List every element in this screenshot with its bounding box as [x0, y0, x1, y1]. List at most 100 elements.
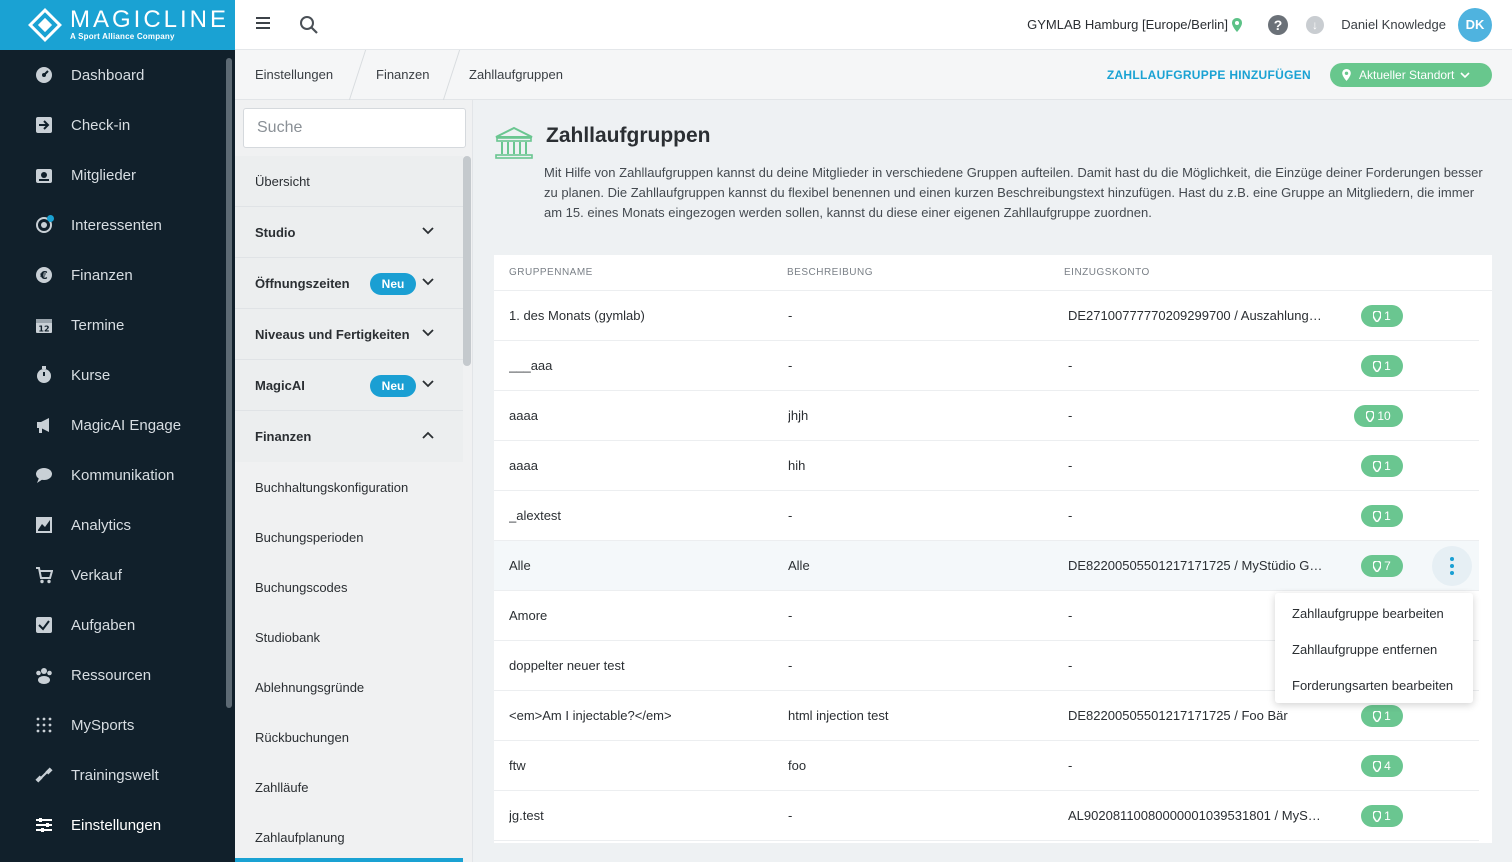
magicline-logo-icon	[28, 8, 62, 42]
cell-description: -	[788, 508, 793, 523]
dashboard-icon	[34, 65, 54, 85]
locations-count: 1	[1384, 509, 1391, 523]
breadcrumb-einstellungen[interactable]: Einstellungen	[255, 67, 333, 82]
nav-item-dashboard[interactable]: Dashboard	[0, 50, 235, 100]
column-header-name[interactable]: GRUPPENNAME	[509, 267, 593, 278]
nav-item-mysports[interactable]: MySports	[0, 700, 235, 750]
more-options-icon[interactable]	[1432, 546, 1472, 586]
cell-group-name: aaaa	[509, 458, 538, 473]
nav-list: Dashboard Check-in Mitglieder Interessen…	[0, 50, 235, 850]
locations-count-badge[interactable]: 1	[1361, 705, 1403, 727]
studio-selector[interactable]: GYMLAB Hamburg [Europe/Berlin]	[1027, 17, 1228, 32]
cell-description: html injection test	[788, 708, 889, 723]
settings-scrollbar[interactable]	[463, 156, 471, 366]
cell-group-name: _alextest	[509, 508, 562, 523]
cell-group-name: ftw	[509, 758, 526, 773]
nav-item-verkauf[interactable]: Verkauf	[0, 550, 235, 600]
nav-item-finanzen[interactable]: € Finanzen	[0, 250, 235, 300]
nav-item-mitglieder[interactable]: Mitglieder	[0, 150, 235, 200]
column-header-account[interactable]: EINZUGSKONTO	[1064, 267, 1150, 278]
location-pin-icon	[1373, 810, 1382, 822]
locations-count-badge[interactable]: 1	[1361, 505, 1403, 527]
cell-description: jhjh	[788, 408, 809, 423]
cell-group-name: ___aaa	[509, 358, 553, 373]
table-row[interactable]: jg.test - AL90208110080000001039531801 / M…	[494, 791, 1479, 841]
user-name[interactable]: Daniel Knowledge	[1341, 17, 1446, 32]
nav-item-kommunikation[interactable]: Kommunikation	[0, 450, 235, 500]
table-row[interactable]: ___aaa - - 1	[494, 341, 1479, 391]
location-pin-icon	[1366, 410, 1375, 422]
locations-count-badge[interactable]: 10	[1354, 405, 1403, 427]
nav-item-aufgaben[interactable]: Aufgaben	[0, 600, 235, 650]
settings-section-oeffnungszeiten[interactable]: Öffnungszeiten Neu	[235, 258, 463, 309]
table-row[interactable]: Alle Alle DE82200505501217171725 / MyStüdi…	[494, 541, 1479, 591]
settings-item-buchhaltungskonfiguration[interactable]: Buchhaltungskonfiguration	[235, 462, 463, 512]
menu-item-edit-claim-types[interactable]: Forderungsarten bearbeiten	[1275, 668, 1473, 704]
nav-item-kurse[interactable]: Kurse	[0, 350, 235, 400]
nav-item-termine[interactable]: 12 Termine	[0, 300, 235, 350]
table-row[interactable]: ftw foo - 4	[494, 741, 1479, 791]
row-context-menu: Zahllaufgruppe bearbeiten Zahllaufgruppe…	[1275, 593, 1473, 703]
menu-item-remove-group[interactable]: Zahllaufgruppe entfernen	[1275, 632, 1473, 668]
breadcrumb-separator	[442, 50, 461, 100]
nav-label: Finanzen	[71, 266, 133, 284]
chevron-down-icon	[422, 380, 434, 388]
nav-scrollbar[interactable]	[226, 58, 232, 708]
page-description: Mit Hilfe von Zahllaufgruppen kannst du …	[544, 165, 1483, 220]
nav-item-ressourcen[interactable]: Ressourcen	[0, 650, 235, 700]
members-icon	[34, 165, 54, 185]
brand-logo[interactable]: MAGICLINE A Sport Alliance Company	[0, 0, 235, 50]
nav-item-magicai-engage[interactable]: MagicAI Engage	[0, 400, 235, 450]
menu-item-edit-group[interactable]: Zahllaufgruppe bearbeiten	[1275, 596, 1473, 632]
table-row[interactable]: aaaa hih - 1	[494, 441, 1479, 491]
settings-search-input[interactable]	[243, 108, 466, 148]
table-row[interactable]: 1. des Monats (gymlab) - DE271007777702092…	[494, 291, 1479, 341]
settings-item-buchungsperioden[interactable]: Buchungsperioden	[235, 512, 463, 562]
main-navigation: MAGICLINE A Sport Alliance Company Dashb…	[0, 0, 235, 862]
nav-item-analytics[interactable]: Analytics	[0, 500, 235, 550]
settings-item-zahllaeufe[interactable]: Zahlläufe	[235, 762, 463, 812]
settings-section-finanzen[interactable]: Finanzen	[235, 411, 463, 462]
nav-item-checkin[interactable]: Check-in	[0, 100, 235, 150]
table-row[interactable]: _alextest - - 1	[494, 491, 1479, 541]
cell-description: -	[788, 308, 793, 323]
people-icon	[34, 665, 54, 685]
breadcrumb-finanzen[interactable]: Finanzen	[376, 67, 429, 82]
breadcrumb-separator	[348, 50, 367, 100]
download-icon[interactable]: ↓	[1306, 16, 1324, 34]
chart-icon	[34, 515, 54, 535]
notification-dot	[47, 215, 54, 222]
nav-item-einstellungen[interactable]: Einstellungen	[0, 800, 235, 850]
locations-count-badge[interactable]: 1	[1361, 455, 1403, 477]
column-header-description[interactable]: BESCHREIBUNG	[787, 267, 873, 278]
settings-item-zahlaufplanung[interactable]: Zahlaufplanung	[235, 812, 463, 862]
sliders-icon	[34, 815, 54, 835]
nav-label: Einstellungen	[71, 816, 162, 834]
locations-count-badge[interactable]: 1	[1361, 305, 1403, 327]
nav-item-interessenten[interactable]: Interessenten	[0, 200, 235, 250]
settings-section-niveaus[interactable]: Niveaus und Fertigkeiten	[235, 309, 463, 360]
help-icon[interactable]: ?	[1268, 15, 1288, 35]
chevron-down-icon	[1460, 71, 1470, 78]
add-payment-group-button[interactable]: ZAHLLAUFGRUPPE HINZUFÜGEN	[1107, 68, 1311, 82]
nav-label: Dashboard	[71, 66, 145, 84]
settings-item-rueckbuchungen[interactable]: Rückbuchungen	[235, 712, 463, 762]
locations-count-badge[interactable]: 4	[1361, 755, 1403, 777]
cell-description: Alle	[788, 558, 810, 573]
menu-toggle-icon[interactable]	[256, 17, 270, 31]
search-icon[interactable]	[299, 15, 319, 35]
nav-item-trainingswelt[interactable]: Trainingswelt	[0, 750, 235, 800]
table-row[interactable]: aaaa jhjh - 10	[494, 391, 1479, 441]
locations-count-badge[interactable]: 7	[1361, 555, 1403, 577]
settings-section-magicai[interactable]: MagicAI Neu	[235, 360, 463, 411]
settings-item-ablehnungsgruende[interactable]: Ablehnungsgründe	[235, 662, 463, 712]
avatar[interactable]: DK	[1458, 8, 1492, 42]
settings-item-studiobank[interactable]: Studiobank	[235, 612, 463, 662]
settings-section-label: Studio	[255, 224, 296, 240]
location-dropdown[interactable]: Aktueller Standort	[1330, 63, 1492, 87]
settings-section-studio[interactable]: Studio	[235, 207, 463, 258]
settings-item-overview[interactable]: Übersicht	[235, 156, 463, 207]
settings-item-buchungscodes[interactable]: Buchungscodes	[235, 562, 463, 612]
locations-count-badge[interactable]: 1	[1361, 355, 1403, 377]
locations-count-badge[interactable]: 1	[1361, 805, 1403, 827]
